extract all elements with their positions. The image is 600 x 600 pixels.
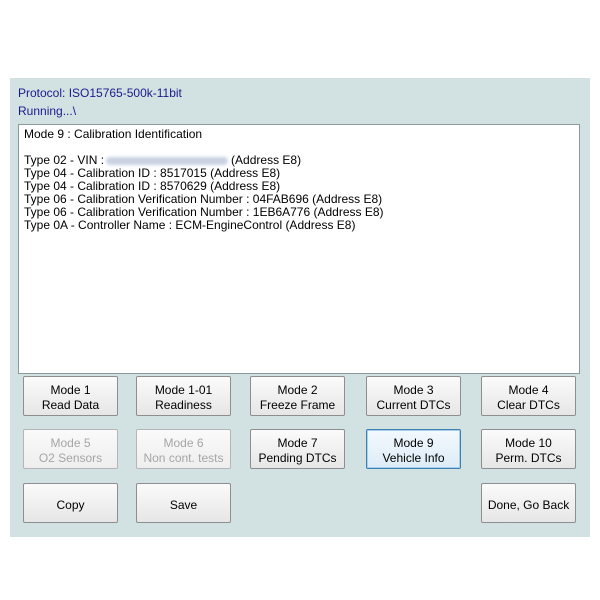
done-go-back-button[interactable]: Done, Go Back [481, 483, 576, 523]
mode-2-button-line1: Mode 2 [277, 382, 318, 397]
output-line: Type 0A - Controller Name : ECM-EngineCo… [24, 218, 356, 232]
mode-7-button-line2: Pending DTCs [258, 450, 337, 465]
mode-6-button-line1: Mode 6 [163, 435, 204, 450]
mode-10-button-line1: Mode 10 [505, 435, 552, 450]
obd-app-window: Protocol: ISO15765-500k-11bit Running...… [10, 78, 590, 537]
output-text-area[interactable]: Mode 9 : Calibration Identification Type… [18, 124, 580, 374]
mode-4-button-line1: Mode 4 [508, 382, 549, 397]
mode-1-01-button-line1: Mode 1-01 [154, 382, 213, 397]
mode-9-button-line2: Vehicle Info [382, 450, 445, 465]
mode-2-button[interactable]: Mode 2 Freeze Frame [250, 376, 345, 416]
mode-6-button[interactable]: Mode 6 Non cont. tests [136, 429, 231, 469]
mode-7-button-line1: Mode 7 [277, 435, 318, 450]
mode-1-button-line2: Read Data [41, 397, 100, 412]
mode-10-button-line2: Perm. DTCs [495, 450, 562, 465]
mode-9-button[interactable]: Mode 9 Vehicle Info [366, 429, 461, 469]
protocol-label: Protocol: ISO15765-500k-11bit [18, 86, 182, 100]
mode-3-button-line2: Current DTCs [376, 397, 451, 412]
vin-prefix: Type 02 - VIN : [24, 153, 105, 167]
mode-3-button-line1: Mode 3 [393, 382, 434, 397]
mode-1-01-button[interactable]: Mode 1-01 Readiness [136, 376, 231, 416]
mode-3-button[interactable]: Mode 3 Current DTCs [366, 376, 461, 416]
mode-4-button-line2: Clear DTCs [497, 397, 560, 412]
mode-5-button[interactable]: Mode 5 O2 Sensors [23, 429, 118, 469]
mode-7-button[interactable]: Mode 7 Pending DTCs [250, 429, 345, 469]
mode-1-01-button-line2: Readiness [155, 397, 212, 412]
copy-button[interactable]: Copy [23, 483, 118, 523]
mode-9-button-line1: Mode 9 [393, 435, 434, 450]
mode-4-button[interactable]: Mode 4 Clear DTCs [481, 376, 576, 416]
mode-5-button-line1: Mode 5 [50, 435, 91, 450]
vin-redacted [106, 156, 229, 165]
mode-6-button-line2: Non cont. tests [143, 450, 224, 465]
save-button[interactable]: Save [136, 483, 231, 523]
mode-2-button-line2: Freeze Frame [259, 397, 336, 412]
mode-10-button[interactable]: Mode 10 Perm. DTCs [481, 429, 576, 469]
vin-suffix: (Address E8) [231, 153, 302, 167]
status-label: Running...\ [18, 104, 77, 118]
output-title: Mode 9 : Calibration Identification [24, 127, 203, 141]
mode-1-button-line1: Mode 1 [50, 382, 91, 397]
mode-1-button[interactable]: Mode 1 Read Data [23, 376, 118, 416]
mode-5-button-line2: O2 Sensors [38, 450, 103, 465]
